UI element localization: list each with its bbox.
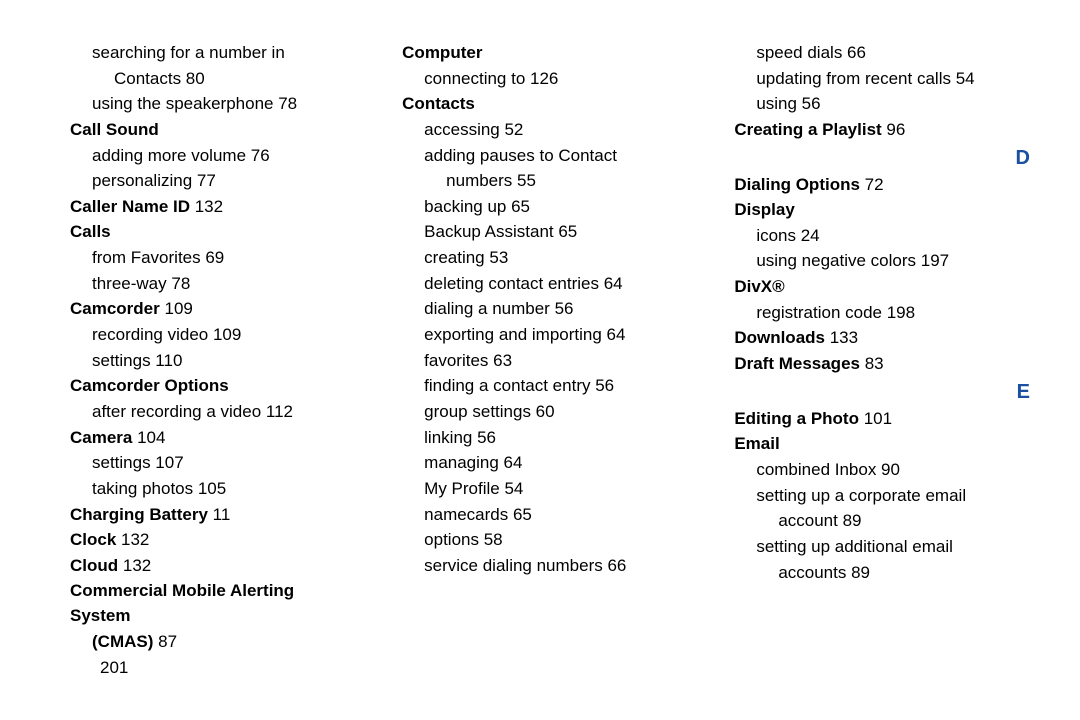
index-entry: Downloads 133: [734, 326, 1040, 351]
index-entry: linking 56: [402, 426, 684, 451]
index-heading: Camcorder: [70, 299, 160, 318]
index-entry: adding pauses to Contact: [402, 144, 684, 169]
index-columns: searching for a number inContacts 80usin…: [70, 40, 1040, 655]
index-heading: Creating a Playlist: [734, 120, 881, 139]
index-page-ref: 132: [116, 530, 149, 549]
index-entry: settings 110: [70, 349, 352, 374]
index-page-ref: 132: [118, 556, 151, 575]
index-entry: settings 107: [70, 451, 352, 476]
index-entry: Email: [734, 432, 1040, 457]
index-entry: Display: [734, 198, 1040, 223]
index-entry: account 89: [734, 509, 1040, 534]
index-entry: Charging Battery 11: [70, 503, 352, 528]
index-entry: Caller Name ID 132: [70, 195, 352, 220]
index-entry: dialing a number 56: [402, 297, 684, 322]
index-entry: Creating a Playlist 96: [734, 118, 1040, 143]
index-entry: Contacts: [402, 92, 684, 117]
index-heading: Charging Battery: [70, 505, 208, 524]
index-entry: after recording a video 112: [70, 400, 352, 425]
index-entry: adding more volume 76: [70, 144, 352, 169]
index-heading: Draft Messages: [734, 354, 860, 373]
index-heading: Cloud: [70, 556, 118, 575]
section-letter: E: [734, 378, 1040, 406]
index-entry: setting up additional email: [734, 535, 1040, 560]
index-page-ref: 72: [860, 175, 884, 194]
index-entry: My Profile 54: [402, 477, 684, 502]
index-page-ref: 132: [190, 197, 223, 216]
index-page-ref: 87: [153, 632, 177, 651]
index-entry: Draft Messages 83: [734, 352, 1040, 377]
index-entry: group settings 60: [402, 400, 684, 425]
index-entry: Computer: [402, 41, 684, 66]
index-column-2: Computerconnecting to 126Contactsaccessi…: [402, 40, 684, 655]
index-entry: recording video 109: [70, 323, 352, 348]
index-heading: Clock: [70, 530, 116, 549]
index-entry: setting up a corporate email: [734, 484, 1040, 509]
index-entry: namecards 65: [402, 503, 684, 528]
index-entry: Cloud 132: [70, 554, 352, 579]
index-page-ref: 109: [160, 299, 193, 318]
index-heading: (CMAS): [92, 632, 153, 651]
index-page-ref: 133: [825, 328, 858, 347]
index-entry: connecting to 126: [402, 67, 684, 92]
index-entry: from Favorites 69: [70, 246, 352, 271]
index-entry: taking photos 105: [70, 477, 352, 502]
index-entry: exporting and importing 64: [402, 323, 684, 348]
index-entry: speed dials 66: [734, 41, 1040, 66]
index-entry: DivX®: [734, 275, 1040, 300]
index-entry: Backup Assistant 65: [402, 220, 684, 245]
index-page-ref: 96: [882, 120, 906, 139]
index-entry: deleting contact entries 64: [402, 272, 684, 297]
index-entry: Clock 132: [70, 528, 352, 553]
index-entry: Camcorder 109: [70, 297, 352, 322]
index-entry: options 58: [402, 528, 684, 553]
index-entry: Commercial Mobile Alerting System: [70, 579, 352, 628]
index-heading: Dialing Options: [734, 175, 860, 194]
index-entry: updating from recent calls 54: [734, 67, 1040, 92]
section-letter: D: [734, 144, 1040, 172]
index-entry: managing 64: [402, 451, 684, 476]
index-page: searching for a number inContacts 80usin…: [0, 0, 1080, 720]
index-entry: favorites 63: [402, 349, 684, 374]
index-entry: Camera 104: [70, 426, 352, 451]
index-entry: searching for a number in: [70, 41, 352, 66]
index-page-ref: 104: [132, 428, 165, 447]
index-heading: Downloads: [734, 328, 825, 347]
index-entry: icons 24: [734, 224, 1040, 249]
index-entry: personalizing 77: [70, 169, 352, 194]
index-entry: Contacts 80: [70, 67, 352, 92]
index-entry: Call Sound: [70, 118, 352, 143]
index-entry: service dialing numbers 66: [402, 554, 684, 579]
index-entry: Editing a Photo 101: [734, 407, 1040, 432]
index-entry: numbers 55: [402, 169, 684, 194]
index-entry: Dialing Options 72: [734, 173, 1040, 198]
index-page-ref: 101: [859, 409, 892, 428]
index-entry: (CMAS) 87: [70, 630, 352, 655]
index-heading: Editing a Photo: [734, 409, 859, 428]
index-entry: using the speakerphone 78: [70, 92, 352, 117]
index-entry: Calls: [70, 220, 352, 245]
index-column-1: searching for a number inContacts 80usin…: [70, 40, 352, 655]
index-page-ref: 83: [860, 354, 884, 373]
index-entry: three-way 78: [70, 272, 352, 297]
index-entry: registration code 198: [734, 301, 1040, 326]
index-entry: finding a contact entry 56: [402, 374, 684, 399]
index-page-ref: 11: [208, 505, 230, 524]
index-heading: Camera: [70, 428, 132, 447]
index-entry: backing up 65: [402, 195, 684, 220]
index-entry: accessing 52: [402, 118, 684, 143]
index-entry: creating 53: [402, 246, 684, 271]
index-entry: using negative colors 197: [734, 249, 1040, 274]
index-entry: accounts 89: [734, 561, 1040, 586]
index-column-3: speed dials 66updating from recent calls…: [734, 40, 1040, 655]
page-number: 201: [100, 658, 128, 678]
index-entry: using 56: [734, 92, 1040, 117]
index-heading: Caller Name ID: [70, 197, 190, 216]
index-entry: Camcorder Options: [70, 374, 352, 399]
index-entry: combined Inbox 90: [734, 458, 1040, 483]
